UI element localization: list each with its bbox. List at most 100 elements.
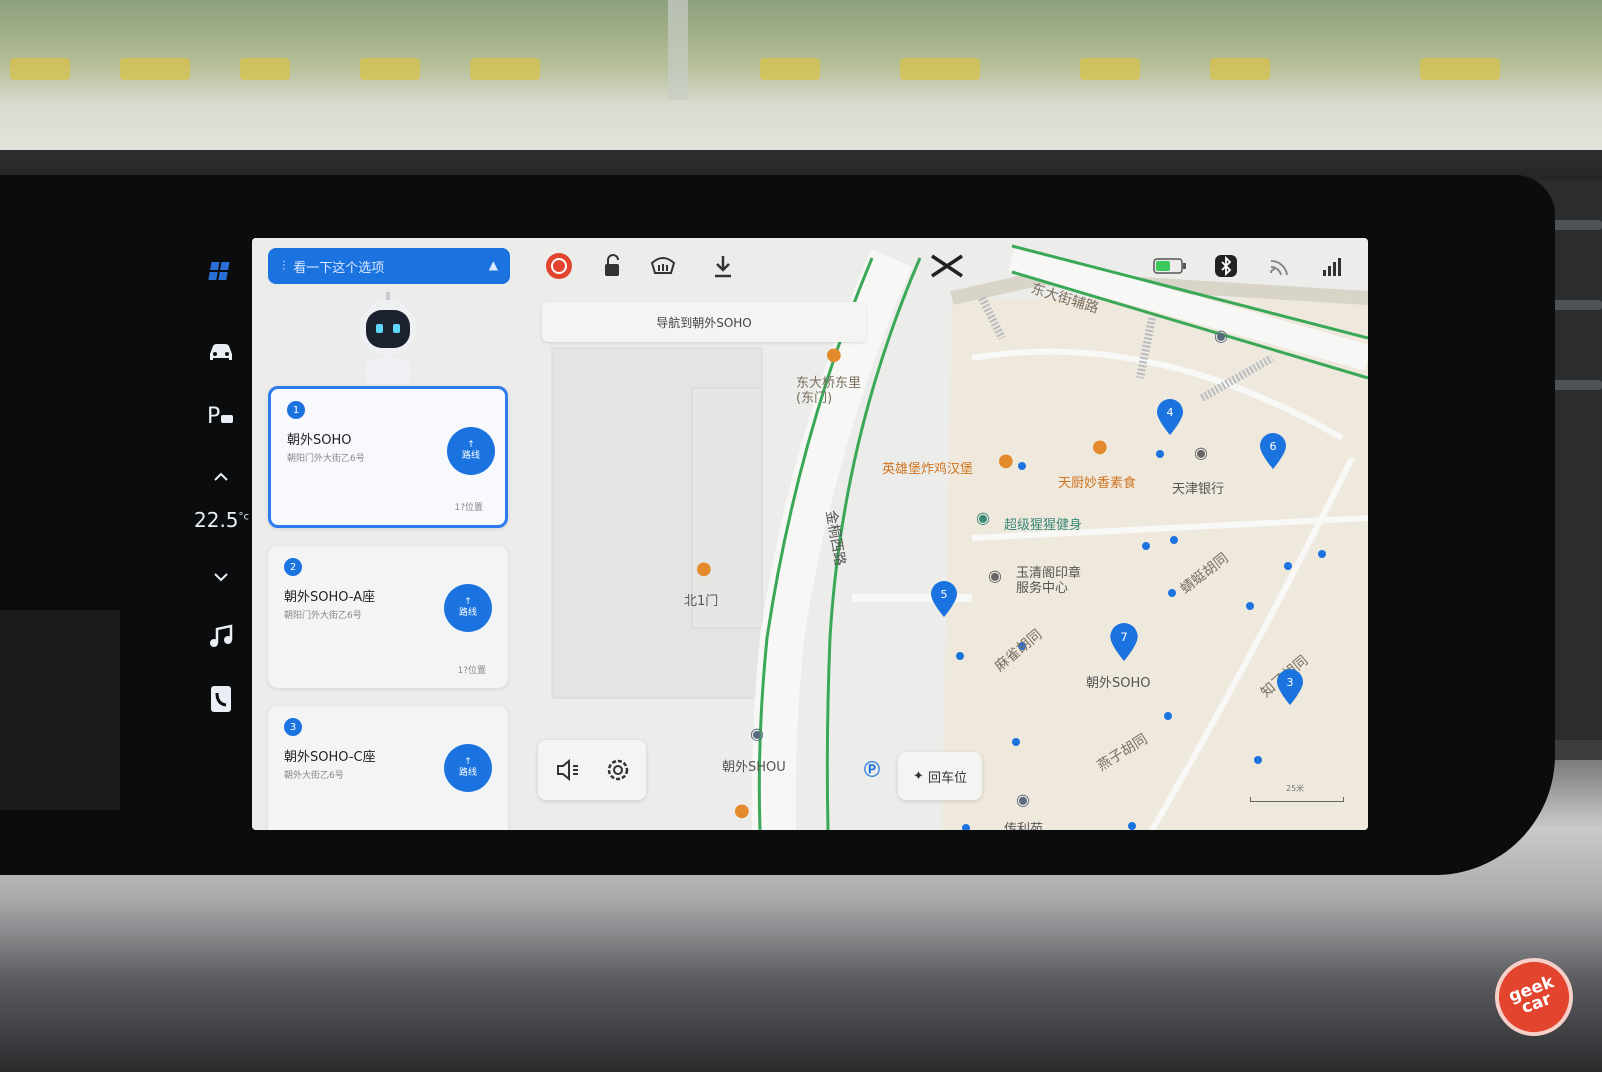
parking-icon[interactable]: P [204, 398, 238, 432]
restaurant-icon[interactable]: ● [734, 800, 750, 821]
bus-stop-icon[interactable]: ◉ [1214, 326, 1228, 345]
map-pin[interactable]: 5 [929, 580, 959, 618]
svg-text:6: 6 [1270, 440, 1277, 453]
wifi-icon[interactable] [1266, 250, 1292, 282]
map-pin[interactable]: 6 [1258, 432, 1288, 470]
map-pin[interactable]: 4 [1155, 398, 1185, 436]
background-barrier [760, 58, 820, 80]
arrow-up-icon: ↑ [464, 597, 472, 607]
temperature-up-icon[interactable] [204, 460, 238, 494]
svg-text:5: 5 [941, 588, 948, 601]
poi-burger[interactable]: 英雄堡炸鸡汉堡 [882, 458, 973, 477]
vehicle-dock: P 22.5°c [190, 245, 250, 725]
background-barrier [1080, 58, 1140, 80]
mic-icon: ⫶ [282, 258, 286, 274]
background-barrier [900, 58, 980, 80]
background-barrier [240, 58, 290, 80]
poi-bottom[interactable]: 传利苑 [1004, 818, 1043, 830]
scale-bar [1250, 797, 1344, 802]
scale-label: 25米 [1286, 784, 1305, 793]
return-to-parking-button[interactable]: ✦ 回车位 [898, 752, 982, 800]
restaurant-icon[interactable]: ● [696, 558, 712, 579]
map-scale: 25米 [1250, 783, 1344, 805]
location-icon: ✦ [913, 768, 924, 784]
restaurant-icon[interactable]: ● [998, 450, 1014, 471]
temperature-readout: 22.5°c [194, 508, 249, 532]
phone-icon[interactable] [204, 682, 238, 716]
defrost-icon[interactable] [648, 250, 678, 282]
background-barrier [1420, 58, 1500, 80]
voice-prompt: 看一下这个选项 [293, 260, 385, 276]
temperature-value: 22.5 [194, 508, 239, 532]
result-address: 朝外大街乙6号 [284, 771, 344, 781]
svg-text:7: 7 [1120, 630, 1127, 644]
result-count: 1?位置 [454, 503, 483, 513]
voice-assistant-pill[interactable]: ⫶ 看一下这个选项 ▲ [268, 248, 510, 284]
xpeng-logo-icon [930, 250, 964, 282]
volume-icon[interactable] [552, 754, 584, 786]
restaurant-icon[interactable]: ● [1092, 436, 1108, 457]
assistant-avatar[interactable] [352, 292, 424, 384]
map-tools-panel [538, 740, 646, 800]
record-icon[interactable] [543, 250, 575, 282]
music-icon[interactable] [204, 620, 238, 654]
fitness-icon[interactable]: ◉ [976, 508, 990, 527]
result-card[interactable]: 2 朝外SOHO-A座 朝阳门外大街乙6号 ↑ 路线 1?位置 [268, 546, 508, 688]
building-icon[interactable]: ◉ [1016, 790, 1030, 809]
svg-text:3: 3 [1287, 676, 1294, 689]
result-card[interactable]: 3 朝外SOHO-C座 朝外大街乙6号 ↑ 路线 [268, 706, 508, 830]
result-address: 朝阳门外大街乙6号 [287, 454, 365, 464]
route-label: 路线 [461, 451, 480, 461]
return-parking-label: 回车位 [927, 770, 967, 786]
route-button[interactable]: ↑ 路线 [444, 744, 492, 792]
poi-yuqingge[interactable]: 玉清阁印章 服务中心 [1016, 566, 1081, 596]
map-pin[interactable]: 3 [1275, 668, 1305, 706]
background-barrier [470, 58, 540, 80]
shop-icon[interactable]: ◉ [988, 566, 1002, 585]
background-barrier [10, 58, 70, 80]
svg-text:4: 4 [1167, 406, 1174, 419]
result-card[interactable]: 1 朝外SOHO 朝阳门外大街乙6号 ↑ 路线 1?位置 [268, 386, 508, 528]
unlock-icon[interactable] [597, 250, 627, 282]
cellular-signal-icon [1318, 250, 1348, 282]
route-label: 路线 [458, 768, 477, 778]
background-barrier [120, 58, 190, 80]
chevron-up-icon[interactable]: ▲ [489, 258, 498, 272]
restaurant-icon[interactable]: ● [826, 344, 842, 365]
poi-tianjin-bank[interactable]: 天津银行 [1172, 478, 1224, 497]
route-button[interactable]: ↑ 路线 [447, 427, 495, 475]
settings-icon[interactable] [602, 754, 634, 786]
poi-chaowai-shou[interactable]: 朝外SHOU [722, 756, 786, 775]
bluetooth-icon[interactable] [1212, 250, 1240, 282]
poi-dongdaqiao[interactable]: 东大桥东里 (东门) [796, 376, 861, 406]
poi-beiyimen[interactable]: 北1门 [684, 590, 718, 609]
poi-fitness[interactable]: 超级猩猩健身 [1004, 514, 1082, 533]
apps-icon[interactable] [204, 257, 238, 291]
infotainment-screen: ● 东大桥东里 (东门) ● 北1门 ● 英雄堡炸鸡汉堡 ● 天厨妙香素食 ◉ … [252, 238, 1368, 830]
navigation-banner: 导航到朝外SOHO [542, 302, 866, 342]
bank-icon[interactable]: ◉ [1194, 443, 1208, 462]
building-icon[interactable]: ◉ [750, 724, 764, 743]
result-index: 2 [284, 558, 302, 576]
background-barrier [1210, 58, 1270, 80]
parking-poi-icon[interactable]: Ⓟ [864, 756, 880, 780]
result-count: 1?位置 [457, 666, 486, 676]
battery-icon [1152, 250, 1188, 282]
poi-tianchu[interactable]: 天厨妙香素食 [1058, 472, 1136, 491]
map-pin[interactable]: 7 [1108, 622, 1140, 662]
route-button[interactable]: ↑ 路线 [444, 584, 492, 632]
result-title: 朝外SOHO-A座 [284, 590, 376, 605]
route-label: 路线 [458, 608, 477, 618]
result-title: 朝外SOHO-C座 [284, 750, 376, 765]
result-title: 朝外SOHO [287, 433, 352, 448]
dashboard-left [0, 610, 120, 810]
car-icon[interactable] [204, 335, 238, 369]
poi-chaowai-soho[interactable]: 朝外SOHO [1086, 672, 1151, 691]
temperature-down-icon[interactable] [204, 560, 238, 594]
download-icon[interactable] [708, 250, 738, 282]
arrow-up-icon: ↑ [464, 757, 472, 767]
result-index: 1 [287, 401, 305, 419]
arrow-up-icon: ↑ [467, 440, 475, 450]
result-index: 3 [284, 718, 302, 736]
svg-text:P: P [207, 404, 220, 429]
